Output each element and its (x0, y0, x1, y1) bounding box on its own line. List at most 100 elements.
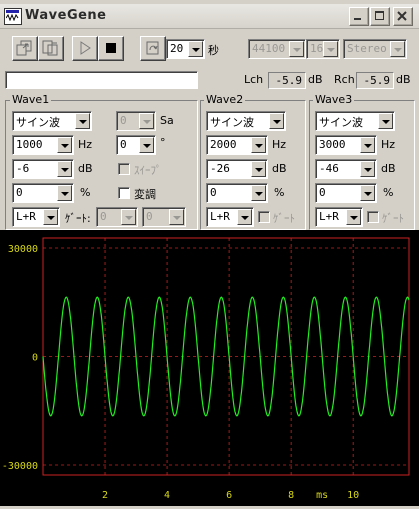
wave1-title: Wave1 (10, 93, 52, 106)
wave1-channel-select[interactable]: L+R (12, 207, 60, 227)
wave2-channel-select[interactable]: L+R (206, 207, 254, 227)
x-tick-label: 6 (226, 490, 232, 501)
open-file-icon (16, 40, 32, 56)
title-bar[interactable]: WaveGene (0, 4, 419, 29)
chevron-down-icon (237, 209, 252, 225)
rch-unit-label: dB (396, 73, 411, 86)
wave1-mod-label: 変調 (134, 188, 156, 201)
wave1-offset-unit: % (80, 186, 91, 199)
wave2-gate-label: ｹﾞｰﾄ (273, 212, 295, 225)
y-tick-label: 30000 (8, 244, 38, 255)
chevron-down-icon (251, 137, 266, 153)
rch-level-meter: -5.9 (356, 72, 394, 89)
chevron-down-icon (289, 41, 304, 57)
chevron-down-icon (360, 137, 375, 153)
duration-unit-label: 秒 (208, 44, 219, 57)
channels-select: Stereo (343, 39, 407, 59)
wave1-sweep-label: ｽｲｰﾌﾟ (134, 164, 162, 177)
bit-depth-select: 16 (306, 39, 340, 59)
play-button[interactable] (72, 36, 98, 61)
wave2-offset-select[interactable]: 0 (206, 183, 268, 203)
wave1-gate-label: ｹﾞｰﾄ: (65, 212, 91, 225)
chevron-down-icon (378, 113, 393, 129)
status-field (5, 71, 198, 89)
wave1-phase-unit: ° (160, 136, 166, 149)
wave3-offset-select[interactable]: 0 (315, 183, 377, 203)
wave1-freq-unit: Hz (78, 138, 93, 151)
loop-button[interactable] (140, 36, 166, 61)
chevron-down-icon (121, 209, 136, 225)
wave1-sa-select: 0 (116, 111, 156, 131)
close-button[interactable] (393, 7, 413, 26)
app-window: WaveGene 20 秒 44100 16 Stereo Lch -5.9 d… (0, 0, 419, 506)
save-file-button[interactable] (38, 36, 64, 61)
chevron-down-icon (188, 41, 203, 57)
wave1-waveform-select[interactable]: サイン波 (12, 111, 92, 131)
chevron-down-icon (57, 185, 72, 201)
wave2-frequency-select[interactable]: 2000 (206, 135, 268, 155)
save-file-icon (42, 40, 58, 56)
wave3-title: Wave3 (313, 93, 355, 106)
x-tick-label: 8 (288, 490, 294, 501)
y-tick-label: -30000 (2, 461, 38, 472)
wave3-frequency-select[interactable]: 3000 (315, 135, 377, 155)
wave3-channel-select[interactable]: L+R (315, 207, 363, 227)
chevron-down-icon (360, 161, 375, 177)
window-title: WaveGene (25, 8, 107, 23)
waveform-scope: 30000 0 -30000 2 4 6 8 10 ms (0, 230, 419, 506)
x-axis-label: ms (316, 490, 328, 501)
chevron-down-icon (251, 161, 266, 177)
wave1-frequency-select[interactable]: 1000 (12, 135, 74, 155)
wave3-freq-unit: Hz (381, 138, 396, 151)
chevron-down-icon (251, 185, 266, 201)
play-icon (80, 41, 91, 55)
wave2-title: Wave2 (204, 93, 246, 106)
wave2-offset-unit: % (274, 186, 285, 199)
wave3-gate-checkbox[interactable] (367, 211, 379, 223)
wave3-gate-label: ｹﾞｰﾄ (382, 212, 404, 225)
chevron-down-icon (139, 137, 154, 153)
x-tick-label: 10 (347, 490, 359, 501)
chevron-down-icon (323, 41, 338, 57)
duration-select[interactable]: 20 (166, 39, 205, 59)
stop-button[interactable] (98, 36, 124, 61)
wave1-level-select[interactable]: -6 (12, 159, 74, 179)
wave2-freq-unit: Hz (272, 138, 287, 151)
rch-label: Rch (334, 73, 355, 86)
wave1-gate1-select: 0 (96, 207, 138, 227)
wave1-gate2-select: 0 (142, 207, 186, 227)
wave1-offset-select[interactable]: 0 (12, 183, 74, 203)
wave3-level-unit: dB (381, 162, 396, 175)
chevron-down-icon (169, 209, 184, 225)
waveform-chart: 30000 0 -30000 2 4 6 8 10 ms (2, 237, 410, 501)
chevron-down-icon (43, 209, 58, 225)
wave1-mod-checkbox[interactable] (118, 187, 130, 199)
sample-rate-select: 44100 (248, 39, 306, 59)
lch-unit-label: dB (308, 73, 323, 86)
stop-icon (106, 43, 116, 53)
wave1-phase-select[interactable]: 0 (116, 135, 156, 155)
chevron-down-icon (346, 209, 361, 225)
minimize-button[interactable] (349, 7, 369, 26)
chevron-down-icon (57, 137, 72, 153)
x-tick-label: 4 (164, 490, 170, 501)
wave2-waveform-select[interactable]: サイン波 (206, 111, 286, 131)
wave1-sweep-checkbox[interactable] (118, 163, 130, 175)
loop-icon (146, 41, 159, 55)
wave1-sa-label: Sa (160, 114, 174, 127)
wave2-level-select[interactable]: -26 (206, 159, 268, 179)
y-tick-label: 0 (32, 353, 38, 364)
wave3-waveform-select[interactable]: サイン波 (315, 111, 395, 131)
chevron-down-icon (390, 41, 405, 57)
maximize-button[interactable] (370, 7, 390, 26)
chevron-down-icon (57, 161, 72, 177)
chevron-down-icon (360, 185, 375, 201)
app-wave-icon (4, 8, 22, 25)
open-file-button[interactable] (12, 36, 38, 61)
wave3-level-select[interactable]: -46 (315, 159, 377, 179)
wave1-level-unit: dB (78, 162, 93, 175)
chevron-down-icon (269, 113, 284, 129)
wave2-gate-checkbox[interactable] (258, 211, 270, 223)
chevron-down-icon (139, 113, 154, 129)
wave2-level-unit: dB (272, 162, 287, 175)
